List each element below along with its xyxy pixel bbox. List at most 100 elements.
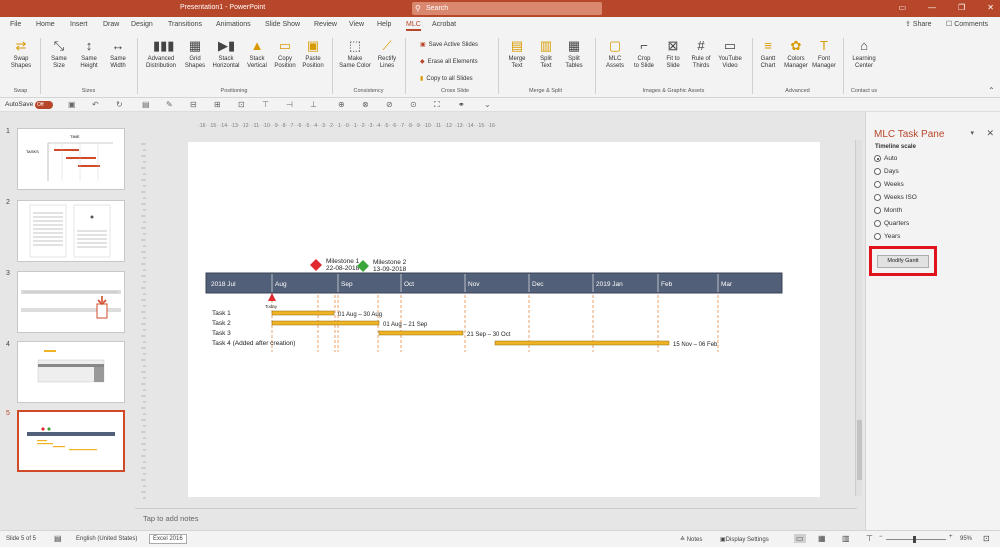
zoom-out-icon[interactable]: − <box>879 534 883 540</box>
tab-view[interactable]: View <box>349 21 364 28</box>
youtube-video-button[interactable]: ▭ YouTube Video <box>715 38 745 70</box>
zoom-slider[interactable] <box>886 539 946 540</box>
learning-center-button[interactable]: ⌂ Learning Center <box>848 38 880 70</box>
crop-to-slide-button[interactable]: ⌐ Crop to Slide <box>630 38 658 70</box>
radio-quarters[interactable]: Quarters <box>874 220 909 227</box>
rule-of-thirds-button[interactable]: # Rule of Thirds <box>688 38 714 70</box>
slide-thumbnail-2[interactable] <box>17 200 125 262</box>
tab-help[interactable]: Help <box>377 21 391 28</box>
make-same-color-button[interactable]: ⬚ Make Same Color <box>337 38 373 70</box>
tab-slide-show[interactable]: Slide Show <box>265 21 300 28</box>
autosave-toggle[interactable]: Off <box>35 101 53 109</box>
comments-button[interactable]: ☐ Comments <box>946 20 988 28</box>
radio-years[interactable]: Years <box>874 233 900 240</box>
radio-auto[interactable]: Auto <box>874 155 897 162</box>
align-middle-icon[interactable]: ⊣ <box>286 100 293 109</box>
stack-horizontal-button[interactable]: ▶▮ Stack Horizontal <box>210 38 242 70</box>
display-settings-button[interactable]: ▣Display Settings <box>720 536 769 543</box>
same-size-button[interactable]: ⤡ Same Size <box>46 38 72 70</box>
same-height-button[interactable]: ↕ Same Height <box>76 38 102 70</box>
ribbon-display-button[interactable]: ▭ <box>899 3 907 12</box>
zoom-level[interactable]: 95% <box>960 536 972 542</box>
gantt-chart-button[interactable]: ≡ Gantt Chart <box>757 38 779 70</box>
notes-toggle[interactable]: ≙ Notes <box>680 536 702 543</box>
radio-days[interactable]: Days <box>874 168 899 175</box>
search-box[interactable]: ⚲ Search <box>412 2 602 15</box>
fullscreen-icon[interactable]: ⛶ <box>434 100 440 110</box>
radio-month[interactable]: Month <box>874 207 902 214</box>
swap-shapes-button[interactable]: ⇄ Swap Shapes <box>6 38 36 70</box>
link-icon[interactable]: ⚭ <box>458 100 465 109</box>
distribute-icon[interactable]: ⊕ <box>338 100 345 109</box>
pane-close-icon[interactable]: ✕ <box>986 128 994 139</box>
tab-review[interactable]: Review <box>314 21 337 28</box>
close-window-button[interactable]: ✕ <box>987 3 994 12</box>
split-text-button[interactable]: ▥ Split Text <box>533 38 559 70</box>
tab-insert[interactable]: Insert <box>70 21 88 28</box>
save-icon[interactable]: ▣ <box>68 100 76 109</box>
slideshow-view-icon[interactable]: ⊤ <box>866 534 873 543</box>
radio-weeks[interactable]: Weeks <box>874 181 904 188</box>
tab-transitions[interactable]: Transitions <box>168 21 202 28</box>
stack-vertical-button[interactable]: ▲ Stack Vertical <box>244 38 270 70</box>
minimize-button[interactable]: — <box>928 3 936 12</box>
font-manager-button[interactable]: T Font Manager <box>810 38 838 70</box>
collapse-ribbon-icon[interactable]: ⌃ <box>988 86 995 95</box>
normal-view-icon[interactable]: ▭ <box>794 534 806 543</box>
split-tables-button[interactable]: ▦ Split Tables <box>561 38 587 70</box>
scrollbar-thumb[interactable] <box>857 420 862 480</box>
align-top-icon[interactable]: ⊤ <box>262 100 269 109</box>
fit-to-slide-button[interactable]: ⊠ Fit to Slide <box>660 38 686 70</box>
tab-mlc[interactable]: MLC <box>406 21 421 31</box>
tab-animations[interactable]: Animations <box>216 21 251 28</box>
new-slide-icon[interactable]: ▤ <box>142 100 150 109</box>
undo-icon[interactable]: ↶ <box>92 100 99 109</box>
align-center-icon[interactable]: ⊞ <box>214 100 221 109</box>
slide-thumbnail-1[interactable]: TASKS TIME <box>17 128 125 190</box>
fit-slide-icon[interactable]: ⊡ <box>983 534 990 543</box>
slide-thumbnail-4[interactable] <box>17 341 125 403</box>
current-slide[interactable]: 2018 Jul Aug Sep Oct Nov Dec 2019 Jan Feb Mar Tod… <box>188 142 820 497</box>
rectify-lines-button[interactable]: ⟋ Rectify Lines <box>374 38 400 70</box>
save-active-slides-button[interactable]: ▣ Save Active Slides <box>420 40 478 57</box>
slide-thumbnail-3[interactable] <box>17 271 125 333</box>
align-right-icon[interactable]: ⊡ <box>238 100 245 109</box>
bring-front-icon[interactable]: ⊙ <box>410 100 417 109</box>
zoom-slider-thumb[interactable] <box>913 536 916 543</box>
align-icon[interactable]: ⊟ <box>190 100 197 109</box>
erase-all-elements-button[interactable]: ◆ Erase all Elements <box>420 57 478 74</box>
share-button[interactable]: ⇪ Share <box>905 20 932 28</box>
align-bottom-icon[interactable]: ⊥ <box>310 100 317 109</box>
reading-view-icon[interactable]: ▥ <box>842 534 850 543</box>
format-painter-icon[interactable]: ✎ <box>166 100 173 109</box>
group-icon[interactable]: ⊗ <box>362 100 369 109</box>
mlc-assets-button[interactable]: ▢ MLC Assets <box>602 38 628 70</box>
zoom-in-icon[interactable]: + <box>949 534 953 540</box>
tab-file[interactable]: File <box>10 21 21 28</box>
restore-button[interactable]: ❐ <box>958 3 965 12</box>
merge-text-button[interactable]: ▤ Merge Text <box>504 38 530 70</box>
tab-draw[interactable]: Draw <box>103 21 119 28</box>
advanced-distribution-button[interactable]: ▮▮▮ Advanced Distribution <box>142 38 180 70</box>
modify-gantt-button[interactable]: Modify Gantt <box>877 255 929 268</box>
language-indicator[interactable]: English (United States) <box>76 536 137 542</box>
gantt-chart[interactable]: 2018 Jul Aug Sep Oct Nov Dec 2019 Jan Feb Mar Tod… <box>188 142 820 497</box>
slide-thumbnail-5[interactable] <box>17 410 125 472</box>
copy-position-button[interactable]: ▭ Copy Position <box>272 38 298 70</box>
colors-manager-button[interactable]: ✿ Colors Manager <box>782 38 810 70</box>
vertical-scrollbar[interactable] <box>855 140 862 496</box>
grid-shapes-button[interactable]: ▦ Grid Shapes <box>182 38 208 70</box>
same-width-button[interactable]: ↔ Same Width <box>105 38 131 70</box>
redo-icon[interactable]: ↻ <box>116 100 123 109</box>
slide-sorter-icon[interactable]: ▦ <box>818 534 826 543</box>
notes-area[interactable]: Tap to add notes <box>135 508 857 530</box>
ungroup-icon[interactable]: ⊘ <box>386 100 393 109</box>
tab-acrobat[interactable]: Acrobat <box>432 21 456 28</box>
tab-home[interactable]: Home <box>36 21 55 28</box>
customize-qat-icon[interactable]: ⌄ <box>484 100 491 109</box>
pane-options-icon[interactable]: ▾ <box>970 129 974 137</box>
paste-position-button[interactable]: ▣ Paste Position <box>300 38 326 70</box>
spelling-icon[interactable]: ▤ <box>54 534 62 543</box>
tab-design[interactable]: Design <box>131 21 153 28</box>
radio-weeks-iso[interactable]: Weeks ISO <box>874 194 917 201</box>
